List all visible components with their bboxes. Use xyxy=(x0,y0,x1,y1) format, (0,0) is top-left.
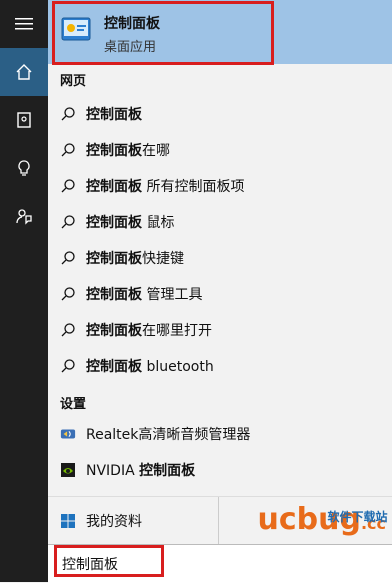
settings-result-realtek[interactable]: Realtek高清晰音频管理器 xyxy=(48,416,392,452)
left-rail xyxy=(0,0,48,582)
web-result-label: 控制面板 xyxy=(86,107,142,123)
divider xyxy=(218,497,219,545)
feedback-icon xyxy=(16,209,32,225)
hamburger-menu-button[interactable] xyxy=(0,0,48,48)
web-result-5[interactable]: 控制面板 管理工具 xyxy=(48,276,392,312)
search-box[interactable] xyxy=(48,544,392,583)
search-icon xyxy=(60,322,76,338)
settings-result-nvidia[interactable]: NVIDIA 控制面板 xyxy=(48,452,392,488)
notebook-icon xyxy=(17,112,31,128)
web-result-7[interactable]: 控制面板 bluetooth xyxy=(48,348,392,384)
home-icon xyxy=(16,64,32,80)
feedback-button[interactable] xyxy=(0,192,48,240)
realtek-audio-icon xyxy=(60,426,76,442)
section-header-settings: 设置 xyxy=(60,397,87,412)
nvidia-icon xyxy=(60,462,76,478)
search-results-panel: 控制面板 桌面应用 网页 控制面板 控制面板在哪 控制面板 所有控制面板项 控制… xyxy=(48,0,392,583)
search-icon xyxy=(60,286,76,302)
web-result-label: 控制面板 所有控制面板项 xyxy=(86,179,245,195)
section-header-web: 网页 xyxy=(60,74,87,89)
home-button[interactable] xyxy=(0,48,48,96)
web-result-label: 控制面板 管理工具 xyxy=(86,287,203,303)
watermark-logo: ucbug.cc 软件下载站 xyxy=(258,502,388,537)
notebook-button[interactable] xyxy=(0,96,48,144)
search-icon xyxy=(60,106,76,122)
web-result-1[interactable]: 控制面板在哪 xyxy=(48,132,392,168)
control-panel-app-icon xyxy=(61,17,91,41)
web-result-0[interactable]: 控制面板 xyxy=(48,96,392,132)
web-result-label: 控制面板 鼠标 xyxy=(86,215,175,231)
top-result-title: 控制面板 xyxy=(104,16,160,32)
search-icon xyxy=(60,250,76,266)
web-result-label: 控制面板快捷键 xyxy=(86,251,184,267)
web-result-label: 控制面板在哪 xyxy=(86,143,170,159)
reminders-button[interactable] xyxy=(0,144,48,192)
web-result-3[interactable]: 控制面板 鼠标 xyxy=(48,204,392,240)
web-result-2[interactable]: 控制面板 所有控制面板项 xyxy=(48,168,392,204)
web-result-label: 控制面板 bluetooth xyxy=(86,359,214,375)
web-result-6[interactable]: 控制面板在哪里打开 xyxy=(48,312,392,348)
watermark-sub: 软件下载站 xyxy=(327,510,388,524)
web-result-4[interactable]: 控制面板快捷键 xyxy=(48,240,392,276)
hamburger-icon xyxy=(15,18,33,30)
search-icon xyxy=(60,178,76,194)
settings-result-label: Realtek高清晰音频管理器 xyxy=(86,427,251,443)
top-result-control-panel[interactable]: 控制面板 桌面应用 xyxy=(48,0,392,64)
lightbulb-icon xyxy=(18,160,30,176)
web-result-label: 控制面板在哪里打开 xyxy=(86,323,212,339)
search-input[interactable] xyxy=(60,551,384,577)
my-stuff-label: 我的资料 xyxy=(86,514,142,530)
settings-result-label: NVIDIA 控制面板 xyxy=(86,463,196,479)
search-icon xyxy=(60,142,76,158)
search-icon xyxy=(60,358,76,374)
top-result-subtitle: 桌面应用 xyxy=(104,40,157,55)
search-icon xyxy=(60,214,76,230)
windows-logo-icon xyxy=(60,513,76,529)
